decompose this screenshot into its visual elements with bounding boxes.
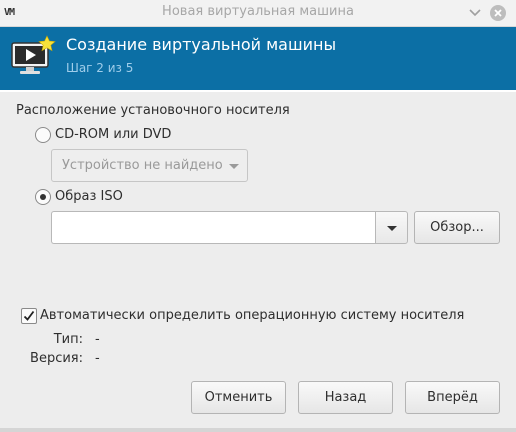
os-type-label: Тип: — [53, 332, 83, 347]
os-version-label: Версия: — [30, 351, 83, 366]
cdrom-device-select: Устройство не найдено — [51, 149, 248, 182]
forward-button[interactable]: Вперёд — [405, 381, 500, 414]
wizard-title: Создание виртуальной машины — [66, 35, 337, 54]
checkmark-icon — [23, 310, 35, 321]
wizard-header: Создание виртуальной машины Шаг 2 из 5 — [0, 27, 516, 92]
chevron-down-icon — [469, 9, 481, 17]
wizard-step-indicator: Шаг 2 из 5 — [66, 61, 134, 75]
iso-history-dropdown-button[interactable] — [375, 211, 408, 244]
close-icon — [494, 9, 502, 17]
iso-radio[interactable] — [35, 189, 51, 205]
iso-radio-label[interactable]: Образ ISO — [55, 189, 123, 204]
auto-detect-os-label[interactable]: Автоматически определить операционную си… — [40, 308, 464, 323]
os-type-value: - — [95, 332, 100, 347]
window-title: Новая виртуальная машина — [162, 4, 354, 19]
back-button[interactable]: Назад — [298, 381, 393, 414]
window-bottom-edge — [0, 428, 516, 432]
window-titlebar: VM Новая виртуальная машина — [0, 0, 516, 27]
browse-button[interactable]: Обзор... — [414, 211, 500, 244]
os-version-value: - — [95, 351, 100, 366]
iso-path-input[interactable] — [51, 211, 376, 244]
cdrom-device-select-value: Устройство не найдено — [62, 158, 223, 173]
install-media-section-title: Расположение установочного носителя — [16, 103, 290, 118]
auto-detect-os-checkbox[interactable] — [21, 308, 37, 324]
dropdown-arrow-icon — [229, 164, 239, 169]
collapse-window-button[interactable] — [466, 4, 484, 22]
cdrom-radio[interactable] — [35, 127, 51, 143]
monitor-play-star-icon — [11, 35, 56, 74]
dropdown-arrow-icon — [387, 226, 397, 231]
close-window-button[interactable] — [489, 4, 507, 22]
cdrom-radio-label[interactable]: CD-ROM или DVD — [55, 127, 171, 142]
cancel-button[interactable]: Отменить — [191, 381, 286, 414]
